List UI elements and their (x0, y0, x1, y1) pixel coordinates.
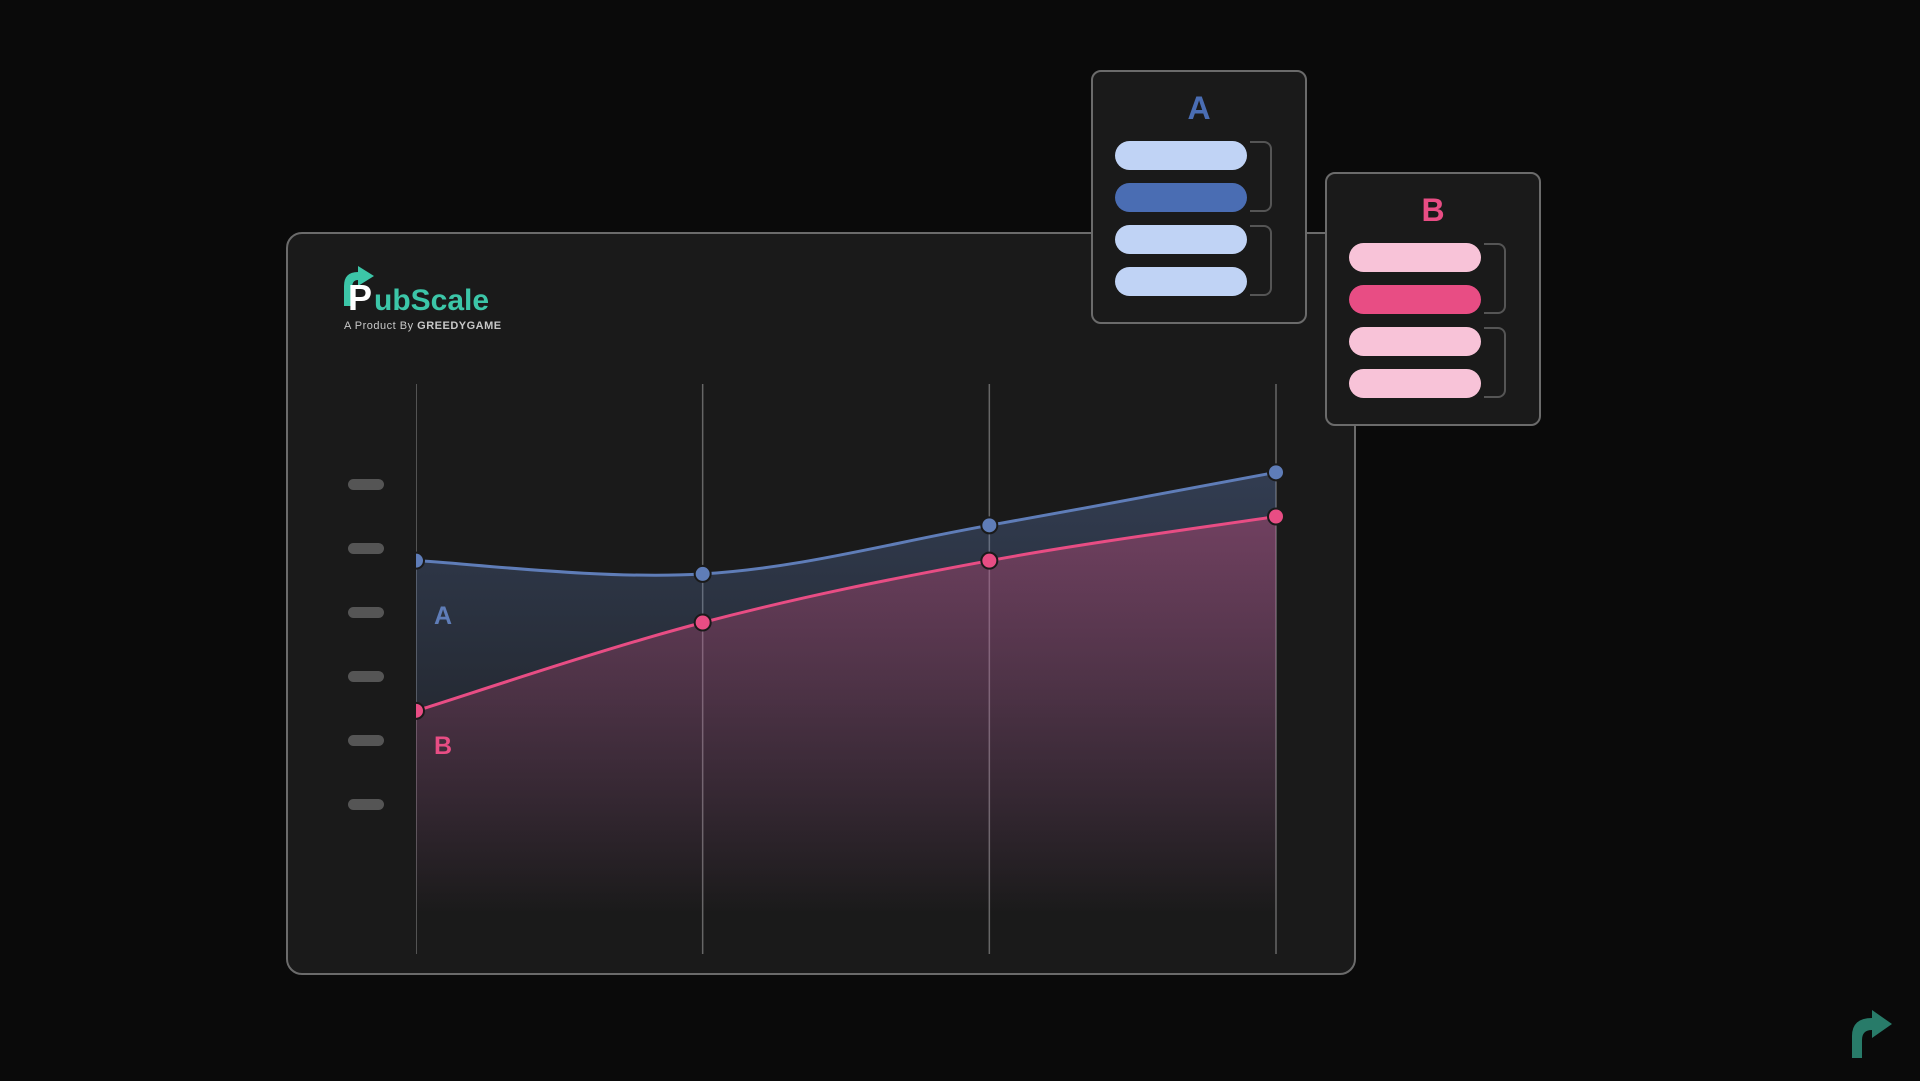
y-tick (348, 671, 384, 682)
series-b-label: B (434, 732, 452, 761)
a-pill-2[interactable] (1115, 225, 1247, 254)
y-axis-ticks (348, 479, 384, 863)
b-pill-2[interactable] (1349, 327, 1481, 356)
b-pill-0[interactable] (1349, 243, 1481, 272)
card-b-title: B (1349, 192, 1517, 229)
pubscale-watermark-icon (1850, 1006, 1900, 1061)
a-pill-1[interactable] (1115, 183, 1247, 212)
brand-logo: P ubScale A Product By GREEDYGAME (344, 264, 502, 332)
option-card-b: B (1325, 172, 1541, 426)
main-dashboard-panel: P ubScale A Product By GREEDYGAME A B (286, 232, 1356, 975)
svg-text:P: P (348, 277, 372, 314)
b-pill-1[interactable] (1349, 285, 1481, 314)
y-tick (348, 479, 384, 490)
y-tick (348, 543, 384, 554)
option-card-a: A (1091, 70, 1307, 324)
a-pill-0[interactable] (1115, 141, 1247, 170)
logo-subtitle: A Product By GREEDYGAME (344, 320, 502, 332)
y-tick (348, 735, 384, 746)
series-a-label: A (434, 602, 452, 631)
ab-comparison-chart (416, 384, 1296, 954)
b-pill-3[interactable] (1349, 369, 1481, 398)
card-a-title: A (1115, 90, 1283, 127)
y-tick (348, 607, 384, 618)
y-tick (348, 799, 384, 810)
a-pill-3[interactable] (1115, 267, 1247, 296)
logo-text: ubScale (374, 284, 489, 314)
